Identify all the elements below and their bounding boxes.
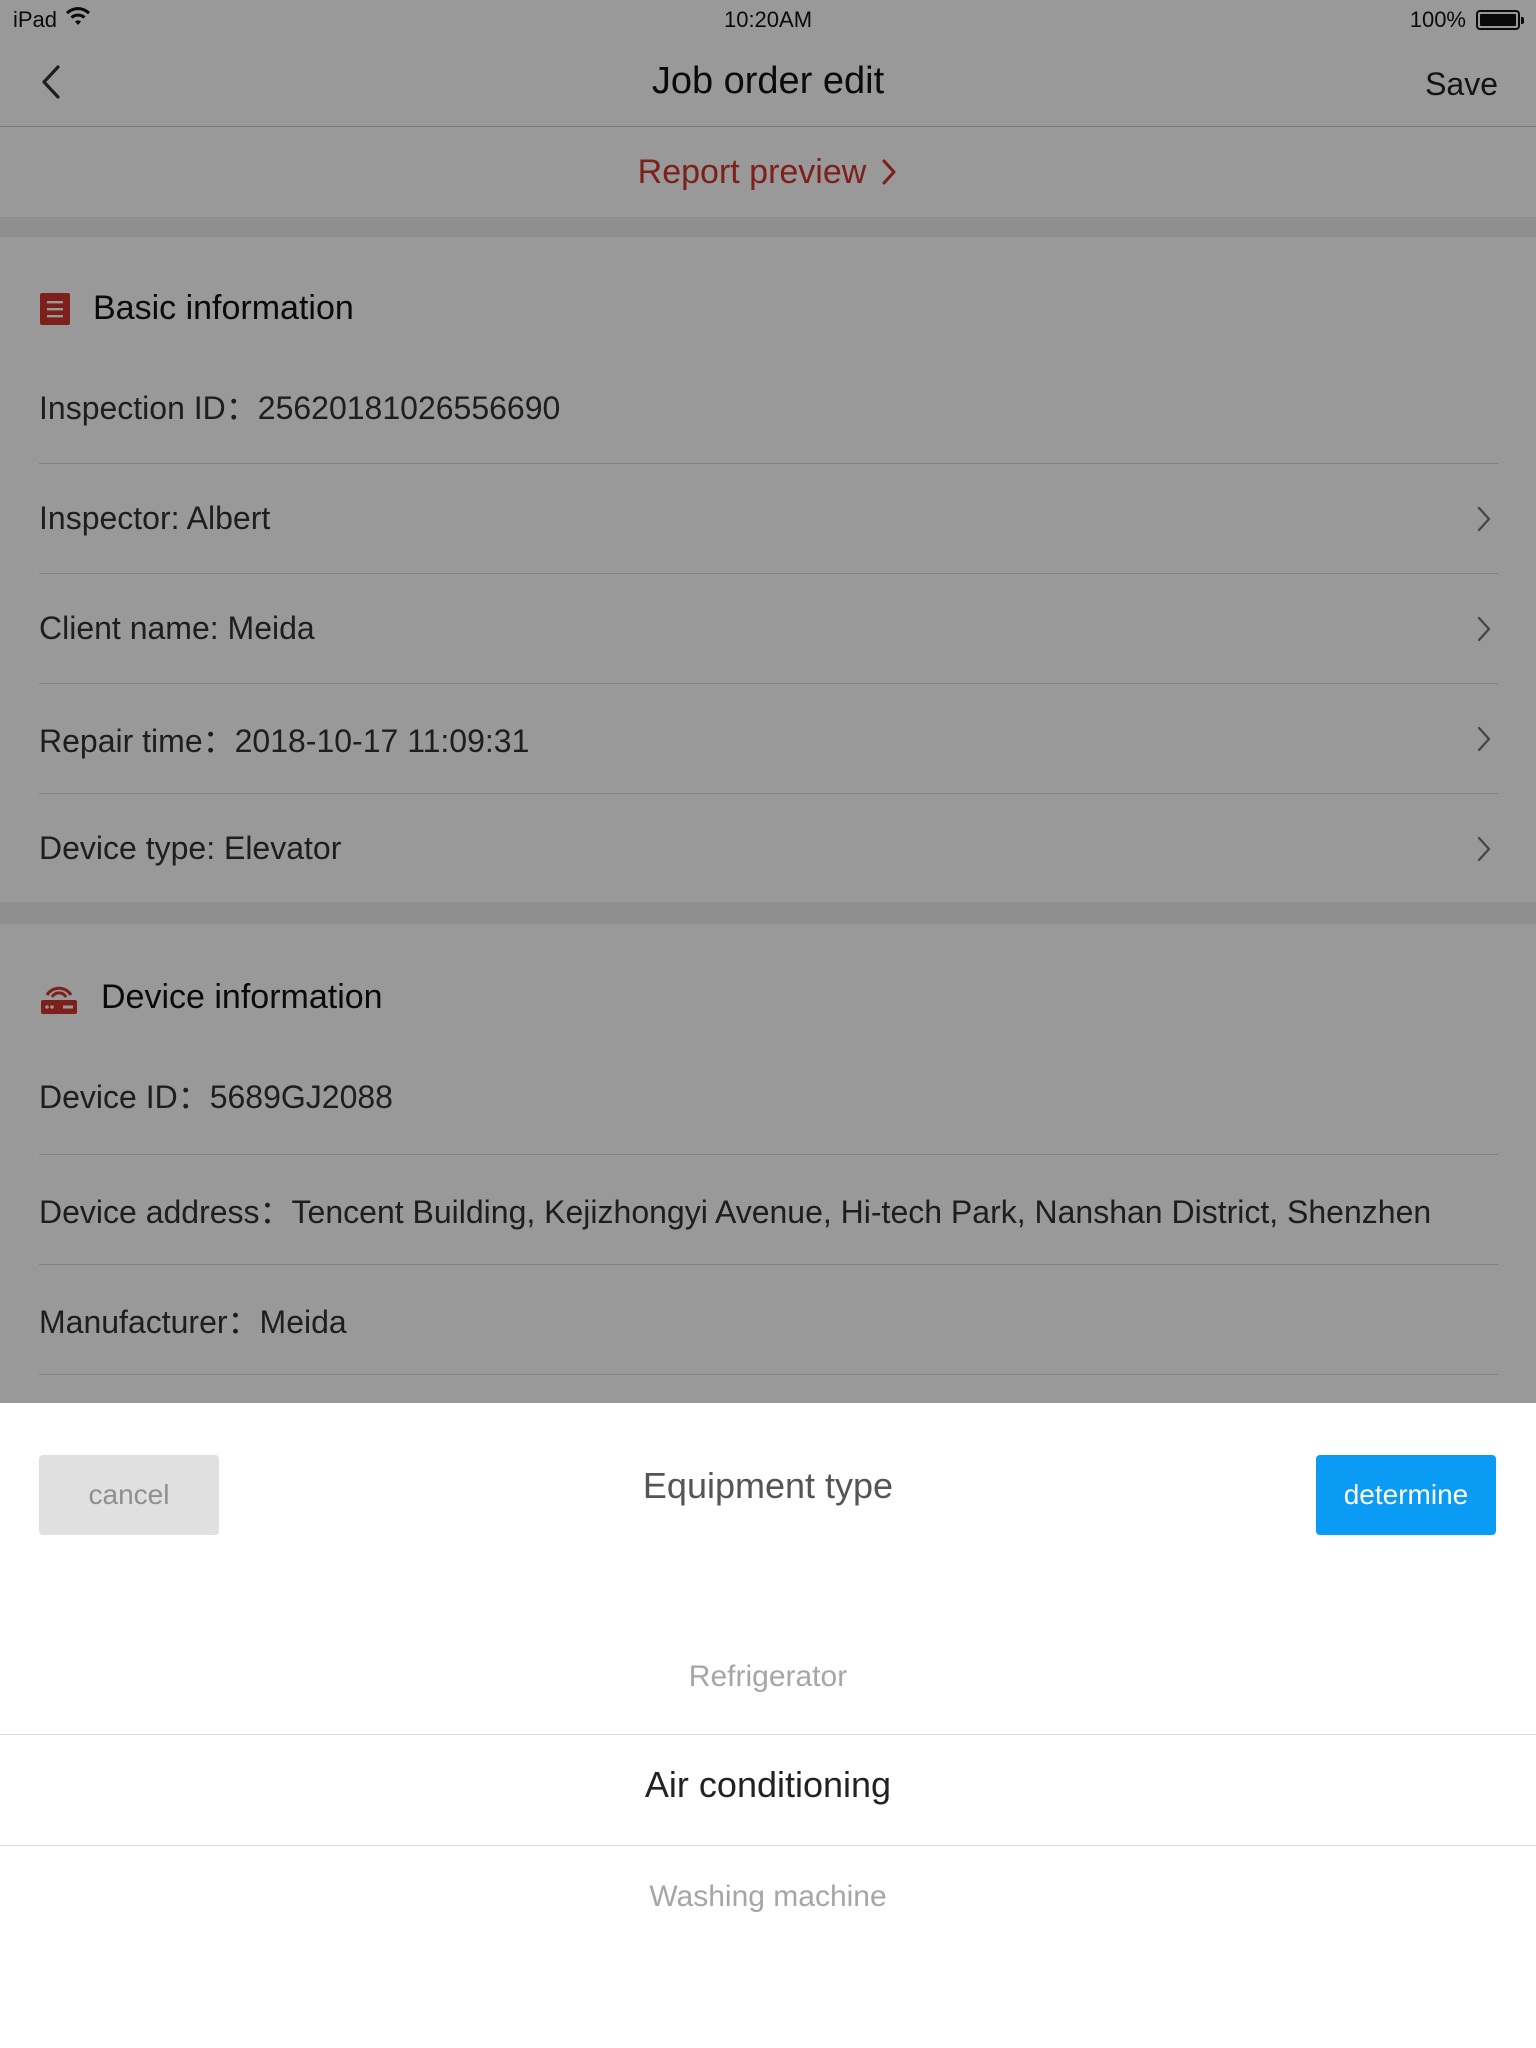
picker-option[interactable]: Washing machine	[0, 1880, 1536, 1914]
picker-option[interactable]: Refrigerator	[0, 1660, 1536, 1694]
equipment-type-picker: cancel Equipment type determine Refriger…	[0, 1403, 1536, 2048]
picker-selection-line-top	[0, 1734, 1536, 1735]
picker-title: Equipment type	[642, 1465, 894, 1506]
picker-option-selected[interactable]: Air conditioning	[0, 1764, 1536, 1806]
determine-button[interactable]: determine	[1316, 1455, 1496, 1535]
picker-selection-line-bottom	[0, 1845, 1536, 1846]
modal-backdrop[interactable]	[0, 0, 1536, 1403]
